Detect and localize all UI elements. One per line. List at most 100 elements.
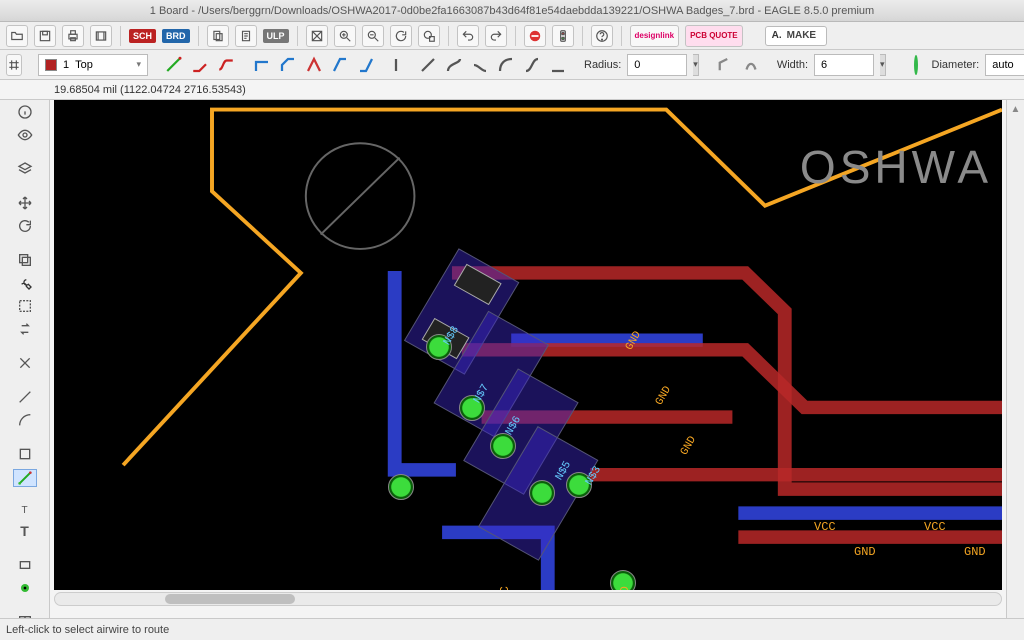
bend-style-0[interactable]	[252, 54, 272, 76]
redo-button[interactable]	[485, 25, 507, 47]
bend-style-10[interactable]	[522, 54, 542, 76]
zoom-redraw-button[interactable]	[390, 25, 412, 47]
info-tool[interactable]	[13, 104, 37, 120]
undo-icon	[461, 29, 475, 43]
rect-icon	[16, 557, 34, 573]
bend-style-4[interactable]	[356, 54, 376, 76]
wrench-tool[interactable]	[13, 275, 37, 291]
window-titlebar: 1 Board - /Users/berggrn/Downloads/OSHWA…	[0, 0, 1024, 22]
layers-icon	[16, 161, 34, 177]
save-button[interactable]	[34, 25, 56, 47]
rotate-icon	[16, 218, 34, 234]
horizontal-scrollbar[interactable]	[54, 592, 1002, 606]
separator	[120, 26, 121, 46]
route-walkaround-icon	[191, 56, 209, 74]
width-input[interactable]	[814, 54, 874, 76]
route-push-button[interactable]	[216, 54, 236, 76]
line-tool[interactable]	[13, 389, 37, 405]
scrollbar-thumb[interactable]	[165, 594, 295, 604]
grid-settings-button[interactable]	[6, 54, 22, 76]
main-area: T T OSHWA	[0, 100, 1024, 618]
bend-style-11[interactable]	[548, 54, 568, 76]
layers-tool[interactable]	[13, 161, 37, 177]
chevron-up-icon[interactable]: ▲	[1011, 104, 1021, 115]
rect-tool[interactable]	[13, 557, 37, 573]
help-icon	[595, 29, 609, 43]
move-tool[interactable]	[13, 195, 37, 211]
window-title: 1 Board - /Users/berggrn/Downloads/OSHWA…	[150, 5, 874, 17]
miter-icon	[716, 56, 734, 74]
miter-toggle[interactable]	[715, 54, 735, 76]
move-icon	[16, 195, 34, 211]
bend-style-5[interactable]	[392, 54, 412, 76]
library-button[interactable]	[207, 25, 229, 47]
bend-style-7[interactable]	[444, 54, 464, 76]
loop-remove-toggle[interactable]	[741, 54, 761, 76]
show-tool[interactable]	[13, 127, 37, 143]
text-tool[interactable]: T	[13, 523, 37, 539]
route-tool[interactable]	[13, 469, 37, 487]
schematic-switch-button[interactable]: SCH	[129, 29, 156, 43]
x-icon	[16, 355, 34, 371]
folder-icon	[10, 29, 24, 43]
cam-button[interactable]	[90, 25, 112, 47]
cancel-button[interactable]	[524, 25, 546, 47]
replace-tool[interactable]	[13, 321, 37, 337]
zoom-out-button[interactable]	[362, 25, 384, 47]
bend-11-icon	[549, 56, 567, 74]
bend-style-3[interactable]	[330, 54, 350, 76]
radius-dropdown[interactable]: ▾	[693, 54, 699, 76]
bend-style-8[interactable]	[470, 54, 490, 76]
traffic-light-icon	[556, 29, 570, 43]
left-tool-palette: T T	[0, 100, 50, 618]
copy-tool[interactable]	[13, 252, 37, 268]
undo-button[interactable]	[457, 25, 479, 47]
diameter-label: Diameter:	[932, 59, 980, 71]
rotate-tool[interactable]	[13, 218, 37, 234]
diameter-input[interactable]	[985, 54, 1024, 76]
layer-selector[interactable]: 1 Top ▾	[38, 54, 148, 76]
separator	[515, 26, 516, 46]
zoom-out-icon	[366, 29, 380, 43]
group-icon	[16, 298, 34, 314]
bend-style-9[interactable]	[496, 54, 516, 76]
radius-input[interactable]	[627, 54, 687, 76]
coordinate-readout: 19.68504 mil (1122.04724 2716.53543)	[0, 80, 1024, 100]
designlink-button[interactable]: designlink	[630, 25, 680, 47]
print-button[interactable]	[62, 25, 84, 47]
route-walkaround-button[interactable]	[190, 54, 210, 76]
make-button[interactable]: A. MAKE	[765, 26, 827, 46]
via-shape-octagon[interactable]	[914, 55, 918, 75]
zoom-select-button[interactable]	[418, 25, 440, 47]
open-button[interactable]	[6, 25, 28, 47]
polygon-outline-tool[interactable]	[13, 446, 37, 462]
loop-icon	[742, 56, 760, 74]
text-small-tool[interactable]: T	[13, 505, 37, 516]
group-tool[interactable]	[13, 298, 37, 314]
ulp-button[interactable]: ULP	[263, 29, 289, 43]
board-canvas[interactable]: OSHWA	[54, 100, 1002, 590]
zoom-in-button[interactable]	[334, 25, 356, 47]
route-ignore-obstacles-button[interactable]	[164, 54, 184, 76]
bend-style-2[interactable]	[304, 54, 324, 76]
radius-label: Radius:	[584, 59, 621, 71]
go-button[interactable]	[552, 25, 574, 47]
help-button[interactable]	[591, 25, 613, 47]
zoom-fit-button[interactable]	[306, 25, 328, 47]
script-button[interactable]	[235, 25, 257, 47]
arc-tool[interactable]	[13, 412, 37, 428]
width-dropdown[interactable]: ▾	[880, 54, 886, 76]
copy-icon	[16, 252, 34, 268]
layer-name: Top	[75, 59, 93, 71]
bend-style-6[interactable]	[418, 54, 438, 76]
delete-tool[interactable]	[13, 355, 37, 371]
save-icon	[38, 29, 52, 43]
bend-style-1[interactable]	[278, 54, 298, 76]
pcb-quote-button[interactable]: PCB QUOTE	[685, 25, 743, 47]
via-tool[interactable]	[13, 580, 37, 596]
board-switch-button[interactable]: BRD	[162, 29, 190, 43]
swap-icon	[16, 321, 34, 337]
bend-2-icon	[305, 56, 323, 74]
status-bar: Left-click to select airwire to route	[0, 618, 1024, 640]
net-label-gnd: GND	[854, 545, 876, 559]
